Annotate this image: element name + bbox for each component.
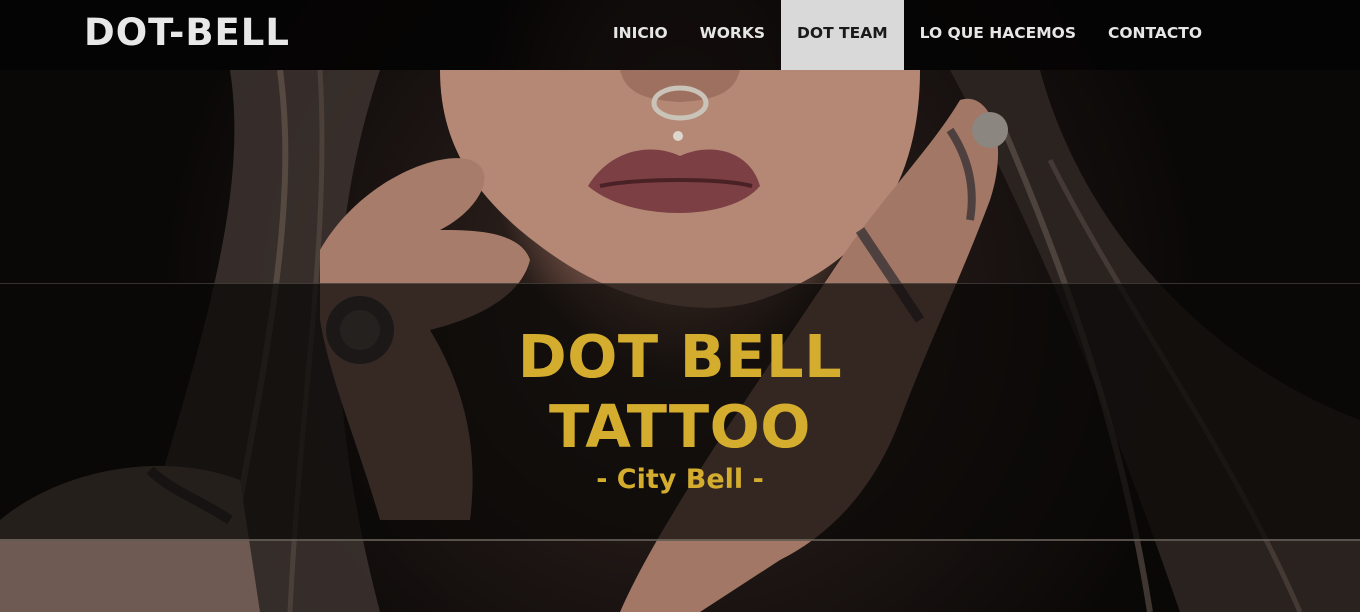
nav-item-lo-que-hacemos[interactable]: LO QUE HACEMOS (904, 0, 1092, 70)
top-navbar: DOT-BELL INICIO WORKS DOT TEAM LO QUE HA… (0, 0, 1360, 70)
hero-title-line-2: TATTOO (549, 392, 811, 461)
main-nav: INICIO WORKS DOT TEAM LO QUE HACEMOS CON… (597, 0, 1360, 70)
hero-title: DOT BELL TATTOO (0, 322, 1360, 462)
nav-item-contacto[interactable]: CONTACTO (1092, 0, 1218, 70)
nav-item-dot-team[interactable]: DOT TEAM (781, 0, 904, 70)
nav-item-works[interactable]: WORKS (684, 0, 781, 70)
brand-logo[interactable]: DOT-BELL (84, 11, 290, 55)
hero-banner: DOT BELL TATTOO - City Bell - (0, 283, 1360, 541)
nav-item-inicio[interactable]: INICIO (597, 0, 684, 70)
hero-title-line-1: DOT BELL (517, 322, 843, 391)
hero-subtitle: - City Bell - (596, 464, 764, 495)
